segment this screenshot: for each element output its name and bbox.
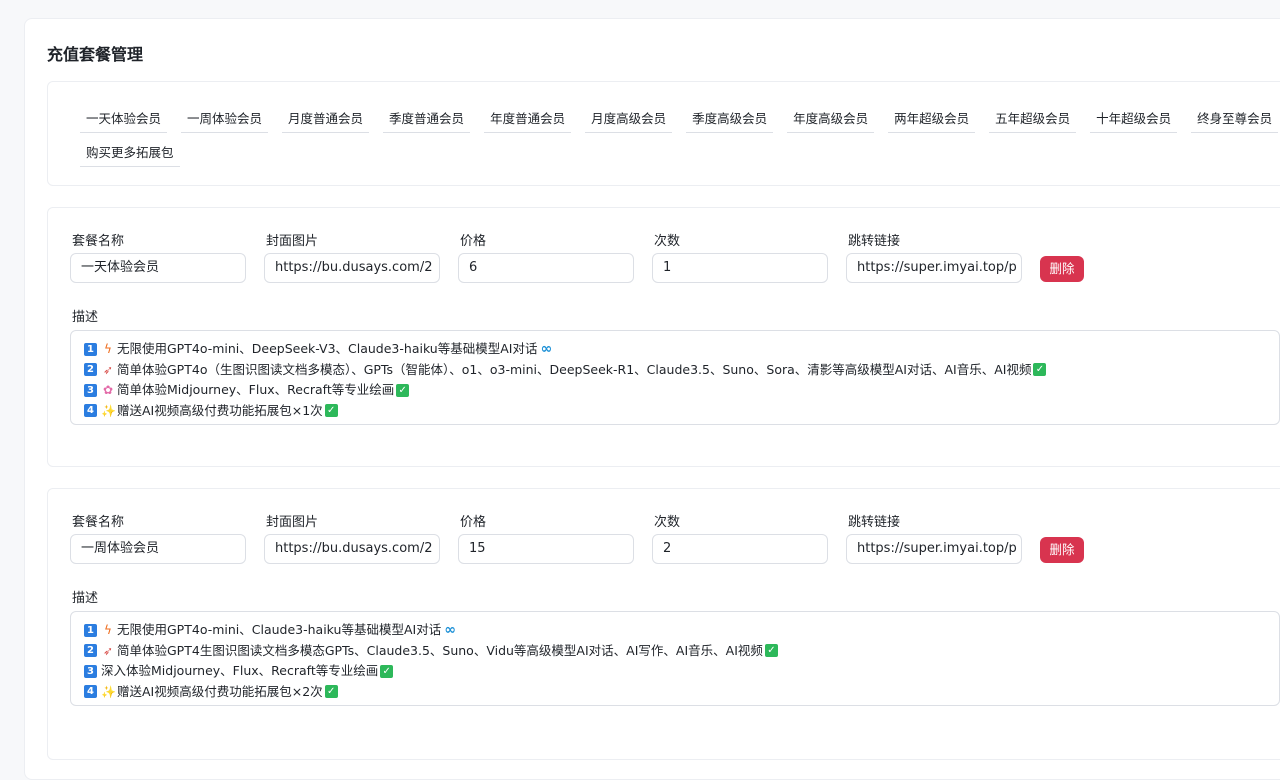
check-icon: ✓	[396, 383, 410, 397]
desc-text: 赠送AI视频高级付费功能拓展包×1次	[117, 402, 323, 418]
rocket-icon: ➶	[102, 643, 114, 658]
flower-icon: ✿	[102, 383, 114, 397]
name-label: 套餐名称	[72, 234, 125, 249]
sparkles-icon: ✨	[101, 403, 116, 418]
desc-text: 深入体验Midjourney、Flux、Recraft等专业绘画	[101, 663, 379, 678]
desc-text: 简单体验GPT4生图识图读文档多模态GPTs、Claude3.5、Suno、Vi…	[117, 642, 763, 658]
link-label: 跳转链接	[848, 515, 901, 530]
check-icon: ✓	[324, 404, 338, 418]
price-input[interactable]: 6	[458, 253, 634, 283]
desc-line: 2 ➶ 简单体验GPT4生图识图读文档多模态GPTs、Claude3.5、Suno、…	[84, 641, 1266, 662]
page-title: 充值套餐管理	[47, 45, 144, 64]
desc-line: 2 ➶ 简单体验GPT4o（生图识图读文档多模态）、GPTs（智能体）、o1、o3-…	[84, 360, 1266, 381]
check-icon: ✓	[764, 644, 778, 658]
desc-line: 3 深入体验Midjourney、Flux、Recraft等专业绘画 ✓	[84, 661, 1266, 682]
name-label: 套餐名称	[72, 515, 125, 530]
cover-input[interactable]: https://bu.dusays.com/2	[264, 534, 440, 564]
sparkles-icon: ✨	[101, 684, 116, 699]
price-label: 价格	[460, 515, 487, 530]
desc-text: 简单体验Midjourney、Flux、Recraft等专业绘画	[117, 382, 395, 397]
package-tab[interactable]: 月度高级会员	[585, 105, 673, 133]
price-label: 价格	[460, 234, 487, 249]
desc-line: 4 ✨ 赠送AI视频高级付费功能拓展包×1次 ✓	[84, 401, 1266, 422]
package-tab[interactable]: 终身至尊会员	[1191, 105, 1279, 133]
cover-label: 封面图片	[266, 515, 319, 530]
delete-button[interactable]: 删除	[1040, 256, 1084, 282]
number-badge-icon: 2	[84, 363, 97, 377]
package-card: 套餐名称 封面图片 价格 次数 跳转链接 一天体验会员 https://bu.d…	[47, 207, 1280, 467]
package-card: 套餐名称 封面图片 价格 次数 跳转链接 一周体验会员 https://bu.d…	[47, 488, 1280, 760]
desc-text: 无限使用GPT4o-mini、Claude3-haiku等基础模型AI对话	[117, 622, 442, 637]
number-badge-icon: 3	[84, 664, 97, 678]
desc-text: 简单体验GPT4o（生图识图读文档多模态）、GPTs（智能体）、o1、o3-mi…	[117, 361, 1032, 377]
link-input[interactable]: https://super.imyai.top/p	[846, 534, 1022, 564]
desc-line: 1 ϟ 无限使用GPT4o-mini、DeepSeek-V3、Claude3-hai…	[84, 339, 1266, 360]
desc-text: 无限使用GPT4o-mini、DeepSeek-V3、Claude3-haiku…	[117, 341, 538, 356]
desc-label: 描述	[72, 310, 99, 325]
link-input[interactable]: https://super.imyai.top/p	[846, 253, 1022, 283]
price-input[interactable]: 15	[458, 534, 634, 564]
package-tab[interactable]: 年度普通会员	[484, 105, 572, 133]
page-container: 充值套餐管理 一天体验会员 一周体验会员 月度普通会员 季度普通会员 年度普通会员 月度高…	[24, 18, 1280, 780]
package-tab[interactable]: 年度高级会员	[787, 105, 875, 133]
package-tab[interactable]: 两年超级会员	[888, 105, 976, 133]
count-label: 次数	[654, 234, 681, 249]
name-input[interactable]: 一天体验会员	[70, 253, 246, 283]
number-badge-icon: 4	[84, 685, 97, 699]
desc-line: 4 ✨ 赠送AI视频高级付费功能拓展包×2次 ✓	[84, 682, 1266, 703]
delete-button[interactable]: 删除	[1040, 537, 1084, 563]
number-badge-icon: 3	[84, 383, 97, 397]
check-icon: ✓	[324, 685, 338, 699]
desc-label: 描述	[72, 591, 99, 606]
package-tab[interactable]: 五年超级会员	[989, 105, 1077, 133]
package-tab[interactable]: 季度普通会员	[383, 105, 471, 133]
desc-line: 3 ✿ 简单体验Midjourney、Flux、Recraft等专业绘画 ✓	[84, 380, 1266, 401]
check-icon: ✓	[1033, 363, 1047, 377]
cover-input[interactable]: https://bu.dusays.com/2	[264, 253, 440, 283]
count-input[interactable]: 1	[652, 253, 828, 283]
number-badge-icon: 2	[84, 644, 97, 658]
desc-textarea[interactable]: 1 ϟ 无限使用GPT4o-mini、DeepSeek-V3、Claude3-hai…	[70, 330, 1280, 425]
name-input[interactable]: 一周体验会员	[70, 534, 246, 564]
package-tab[interactable]: 季度高级会员	[686, 105, 774, 133]
desc-textarea[interactable]: 1 ϟ 无限使用GPT4o-mini、Claude3-haiku等基础模型AI对话 ∞…	[70, 611, 1280, 706]
package-tab[interactable]: 一天体验会员	[80, 105, 168, 133]
lightning-icon: ϟ	[104, 342, 112, 356]
number-badge-icon: 1	[84, 342, 97, 356]
package-tabs: 一天体验会员 一周体验会员 月度普通会员 季度普通会员 年度普通会员 月度高级会员 季度高级…	[47, 81, 1280, 186]
check-icon: ✓	[380, 664, 394, 678]
package-tab[interactable]: 购买更多拓展包	[80, 139, 180, 167]
link-label: 跳转链接	[848, 234, 901, 249]
rocket-icon: ➶	[102, 362, 114, 377]
package-tab[interactable]: 一周体验会员	[181, 105, 269, 133]
number-badge-icon: 4	[84, 404, 97, 418]
cover-label: 封面图片	[266, 234, 319, 249]
infinity-icon: ∞	[444, 622, 456, 638]
count-input[interactable]: 2	[652, 534, 828, 564]
number-badge-icon: 1	[84, 623, 97, 637]
package-tab[interactable]: 月度普通会员	[282, 105, 370, 133]
infinity-icon: ∞	[540, 341, 553, 357]
lightning-icon: ϟ	[104, 623, 112, 637]
desc-line: 1 ϟ 无限使用GPT4o-mini、Claude3-haiku等基础模型AI对话 ∞	[84, 620, 1266, 641]
package-tab[interactable]: 十年超级会员	[1090, 105, 1178, 133]
desc-text: 赠送AI视频高级付费功能拓展包×2次	[117, 683, 323, 699]
count-label: 次数	[654, 515, 681, 530]
